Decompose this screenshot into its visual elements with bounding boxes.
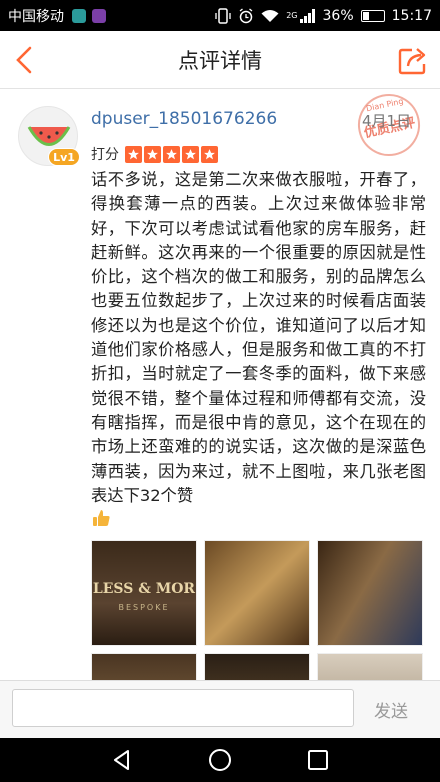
comment-bar: 发送 xyxy=(0,680,440,738)
app-header: 点评详情 xyxy=(0,31,440,89)
chevron-left-icon[interactable] xyxy=(10,43,40,77)
thumbs-up-icon xyxy=(93,510,110,526)
home-circle-icon[interactable] xyxy=(206,746,234,774)
notification-app-icon xyxy=(72,8,86,23)
battery-icon xyxy=(360,9,385,22)
star-icon xyxy=(163,145,180,163)
review-detail: Lv1 dpuser_18501676266 Dian Ping 优质点评 4月… xyxy=(0,90,440,680)
network-type-badge: 2G xyxy=(286,11,298,20)
rating-label: 打分 xyxy=(91,147,119,163)
shop-shelves-photo[interactable] xyxy=(204,540,310,646)
shop-interior-photo[interactable] xyxy=(91,653,197,680)
rating-row: 打分 xyxy=(91,144,220,164)
page-title: 点评详情 xyxy=(178,48,262,73)
back-triangle-icon[interactable] xyxy=(108,746,136,774)
star-rating xyxy=(125,145,220,163)
storefront-sign-photo[interactable]: LESS & MOR BESPOKE xyxy=(91,540,197,646)
comment-input[interactable] xyxy=(12,689,354,727)
notification-app-icon xyxy=(92,8,106,23)
user-level-badge: Lv1 xyxy=(48,148,80,166)
star-icon xyxy=(201,145,218,163)
star-icon xyxy=(182,145,199,163)
review-text: 话不多说，这是第二次来做衣服啦，开春了，得换套薄一点的西装。上次过来做体验非常好… xyxy=(91,170,426,505)
suit-rack-photo[interactable] xyxy=(317,540,423,646)
send-button[interactable]: 发送 xyxy=(374,697,408,722)
alarm-icon xyxy=(239,7,253,23)
fitting-area-photo[interactable] xyxy=(317,653,423,680)
carrier-label: 中国移动 xyxy=(8,8,64,25)
star-icon xyxy=(125,145,142,163)
review-date: 4月1日 xyxy=(362,112,412,130)
vibrate-icon xyxy=(215,7,231,24)
display-wall-photo[interactable] xyxy=(204,653,310,680)
storefront-sign-subtext: BESPOKE xyxy=(118,603,170,612)
share-icon[interactable] xyxy=(396,43,430,77)
star-icon xyxy=(144,145,161,163)
clock: 15:17 xyxy=(391,7,432,24)
signal-icon xyxy=(299,8,315,23)
battery-percent: 36% xyxy=(322,7,354,24)
wifi-icon xyxy=(261,9,279,22)
recents-square-icon[interactable] xyxy=(304,746,332,774)
system-nav-bar xyxy=(0,738,440,782)
status-bar: 中国移动 2G 36% 15:17 xyxy=(0,0,440,31)
username-link[interactable]: dpuser_18501676266 xyxy=(91,109,277,129)
storefront-sign-text: LESS & MOR xyxy=(92,581,196,597)
